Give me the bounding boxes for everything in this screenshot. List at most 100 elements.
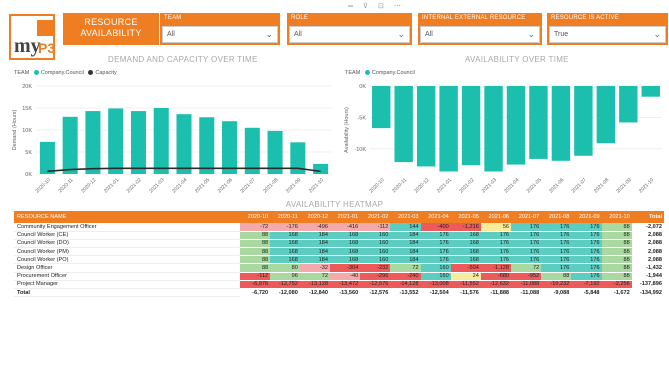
y-axis-label: Demand (Hours): [12, 110, 18, 151]
table-row[interactable]: Council Worker (PO) 88 168 184 168 160 184 176 1…: [14, 255, 664, 265]
filter-icon[interactable]: ⊽: [363, 3, 372, 10]
column-header-month[interactable]: 2021-06: [480, 211, 512, 223]
heatmap-cell: 176: [420, 255, 451, 265]
column-header-month[interactable]: 2021-02: [360, 211, 391, 223]
table-row[interactable]: Community Engagement Officer -72 -176 -496-…: [14, 223, 664, 232]
bar-availability: [461, 86, 481, 166]
row-total-cell: 2,088: [631, 247, 664, 257]
availability-chart[interactable]: 0K -5K -10K Availability (Hours) 2020-10 2020…: [340, 78, 665, 196]
filter-resource-active-value: True: [554, 31, 569, 38]
heatmap-cell: 168: [330, 247, 361, 257]
drag-handle-icon[interactable]: ═: [348, 3, 357, 10]
focus-mode-icon[interactable]: ⊡: [378, 3, 388, 10]
x-tick-label: 2021-07: [571, 177, 588, 194]
bar-availability: [551, 86, 571, 161]
heatmap-cell: 176: [541, 239, 572, 249]
total-cell: -9,088: [541, 287, 572, 298]
x-tick-label: 2021-08: [593, 177, 610, 194]
table-row[interactable]: Procurement Officer -112 96 72 -40 -296 -240 16…: [14, 272, 664, 281]
column-header-month[interactable]: 2021-10: [601, 211, 632, 223]
table-row[interactable]: Council Worker (CE) 88 168 184 168 160 184 176 1…: [14, 231, 664, 240]
column-header-month[interactable]: 2020-12: [299, 211, 331, 223]
heatmap-cell: 144: [390, 223, 421, 232]
table-row[interactable]: Design Officer 88 80 -32 -304 -232 72 160 -504 -1…: [14, 263, 664, 273]
column-header-resource-name[interactable]: RESOURCE NAME: [14, 211, 240, 223]
heatmap-cell: 88: [601, 247, 632, 257]
column-header-month[interactable]: 2020-11: [270, 211, 300, 223]
demand-chart[interactable]: 0K 5K 10K 15K 20K Demand (Hours) 2020-10 2020-1…: [10, 78, 340, 196]
heatmap-cell: 168: [450, 247, 481, 257]
total-cell: -12,080: [270, 287, 300, 298]
filter-role-value: All: [294, 31, 302, 38]
legend-label: TEAM: [14, 70, 30, 76]
heatmap-cell: 176: [420, 231, 451, 240]
column-header-month[interactable]: 2021-04: [420, 211, 451, 223]
filter-resource-active: RESOURCE IS ACTIVE True ⌄: [547, 13, 668, 45]
column-header-month[interactable]: 2021-05: [450, 211, 481, 223]
total-cell: -13,552: [390, 287, 421, 298]
heatmap-cell: 176: [511, 255, 542, 265]
more-options-icon[interactable]: ⋯: [394, 3, 405, 10]
legend-item-company-council[interactable]: Company.Council: [372, 70, 415, 76]
heatmap-cell: -504: [450, 263, 481, 273]
column-header-month[interactable]: 2021-09: [571, 211, 602, 223]
heatmap-cell: -112: [360, 223, 391, 232]
filter-internal-external-dropdown[interactable]: All ⌄: [420, 26, 540, 43]
filter-team-dropdown[interactable]: All ⌄: [162, 26, 278, 43]
bar-company-council: [108, 108, 124, 174]
x-tick-label: 2021-04: [171, 177, 188, 194]
x-tick-label: 2021-03: [148, 177, 165, 194]
heatmap-cell: 176: [511, 239, 542, 249]
legend-item-company-council[interactable]: Company.Council: [41, 70, 84, 76]
filter-role-label: ROLE: [291, 15, 309, 21]
heatmap-cell: 88: [601, 239, 632, 249]
x-tick-label: 2021-08: [262, 177, 279, 194]
chevron-down-icon: ⌄: [397, 29, 405, 39]
heatmap-cell: -680: [480, 272, 512, 281]
heatmap-cell: 168: [330, 239, 361, 249]
heatmap-cell: -72: [240, 223, 271, 232]
heatmap-cell: -416: [330, 223, 361, 232]
bar-availability: [506, 86, 526, 165]
filter-resource-active-dropdown[interactable]: True ⌄: [549, 26, 666, 43]
column-header-month[interactable]: 2021-07: [511, 211, 542, 223]
page-title: RESOURCE AVAILABILITY: [63, 13, 159, 45]
heatmap-cell: 176: [541, 223, 572, 232]
heatmap-cell: 160: [360, 239, 391, 249]
table-row[interactable]: Council Worker (DO) 88 168 184 168 160 184 176 1…: [14, 239, 664, 249]
filter-team: TEAM All ⌄: [160, 13, 280, 45]
page-title-line1: RESOURCE: [84, 17, 138, 27]
heatmap-cell: 176: [571, 247, 602, 257]
filter-role-dropdown[interactable]: All ⌄: [289, 26, 410, 43]
table-row[interactable]: Council Worker (PM) 88 168 184 168 160 184 176 1…: [14, 247, 664, 257]
column-header-month[interactable]: 2021-08: [541, 211, 572, 223]
demand-chart-title: DEMAND AND CAPACITY OVER TIME: [108, 55, 258, 64]
heatmap-cell: 168: [450, 231, 481, 240]
legend-dot-icon: [364, 70, 370, 76]
total-cell: -12,576: [360, 287, 391, 298]
resource-name-cell: Project Manager: [14, 280, 240, 290]
resource-name-cell: Design Officer: [14, 263, 240, 273]
heatmap-cell: -12,752: [270, 280, 300, 290]
heatmap-cell: -13,128: [299, 280, 331, 290]
visual-toolbar[interactable]: ═ ⊽ ⊡ ⋯: [348, 2, 405, 10]
x-tick-label: 2021-05: [194, 177, 211, 194]
heatmap-cell: 176: [571, 239, 602, 249]
row-total-cell: 2,088: [631, 239, 664, 249]
heatmap-cell: 168: [330, 231, 361, 240]
total-cell: -1,672: [601, 287, 632, 298]
heatmap-cell: -13,472: [330, 280, 361, 290]
legend-item-capacity[interactable]: Capacity: [95, 70, 116, 76]
column-header-month[interactable]: 2021-03: [390, 211, 421, 223]
bar-company-council: [313, 163, 329, 174]
logo-square: [37, 20, 53, 36]
heatmap-cell: 72: [299, 272, 331, 281]
column-header-total[interactable]: Total: [631, 211, 664, 223]
resource-name-cell: Council Worker (PO): [14, 255, 240, 265]
row-total-cell: -1,944: [631, 272, 664, 281]
x-tick-label: 2021-09: [615, 177, 632, 194]
column-header-month[interactable]: 2021-01: [330, 211, 361, 223]
column-header-month[interactable]: 2020-10: [240, 211, 271, 223]
bar-company-council: [153, 108, 169, 174]
table-row[interactable]: Project Manager -6,976 -12,752 -13,128 -13,4…: [14, 280, 664, 290]
